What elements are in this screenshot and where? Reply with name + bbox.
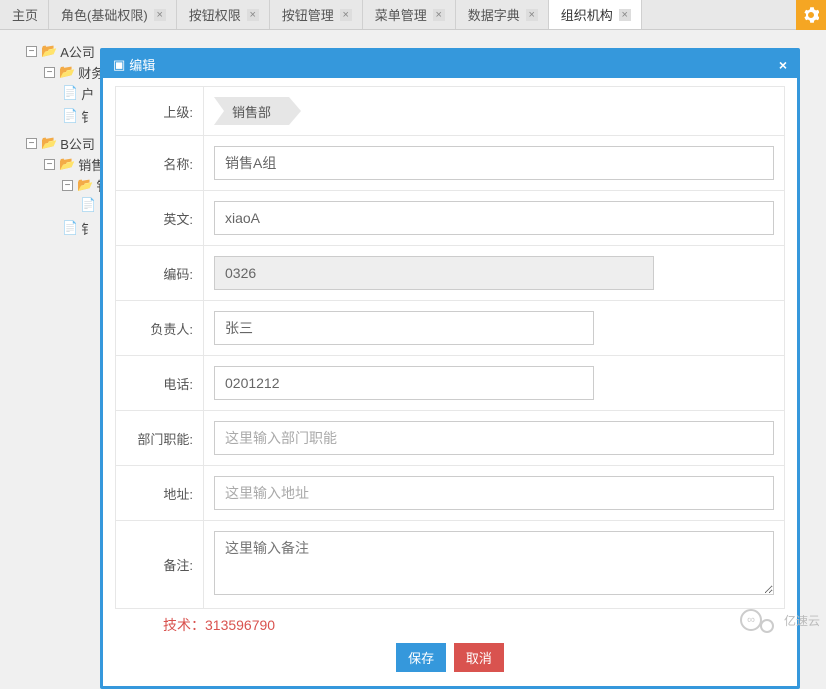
owner-input[interactable] bbox=[214, 311, 594, 345]
edit-dialog: ▣ 编辑 × 上级: 销售部 名称: 英文: bbox=[100, 48, 800, 689]
window-icon: ▣ bbox=[113, 57, 125, 73]
close-icon[interactable]: × bbox=[779, 57, 787, 73]
close-icon[interactable]: × bbox=[154, 9, 166, 21]
tab-label: 主页 bbox=[12, 5, 38, 24]
field-label-remark: 备注: bbox=[116, 521, 204, 609]
address-input[interactable] bbox=[214, 476, 774, 510]
tree-label: B公司 bbox=[60, 137, 95, 152]
tab-label: 组织机构 bbox=[561, 5, 613, 24]
tab-home[interactable]: 主页 bbox=[0, 0, 49, 29]
collapse-icon[interactable]: − bbox=[26, 46, 37, 57]
settings-button[interactable] bbox=[796, 0, 826, 30]
field-label-func: 部门职能: bbox=[116, 411, 204, 466]
tree-label: 钅 bbox=[81, 110, 94, 125]
function-input[interactable] bbox=[214, 421, 774, 455]
field-label-code: 编码: bbox=[116, 246, 204, 301]
tab-label: 菜单管理 bbox=[375, 5, 427, 24]
close-icon[interactable]: × bbox=[433, 9, 445, 21]
close-icon[interactable]: × bbox=[340, 9, 352, 21]
field-label-owner: 负责人: bbox=[116, 301, 204, 356]
dialog-body: 上级: 销售部 名称: 英文: 编码: 负责人: bbox=[103, 78, 797, 686]
tab-button-mgmt[interactable]: 按钮管理 × bbox=[270, 0, 363, 29]
close-icon[interactable]: × bbox=[526, 9, 538, 21]
breadcrumb-text: 销售部 bbox=[232, 102, 271, 121]
button-row: 保存 取消 bbox=[115, 643, 785, 672]
cancel-button[interactable]: 取消 bbox=[454, 643, 504, 672]
tab-label: 角色(基础权限) bbox=[61, 5, 148, 24]
close-icon[interactable]: × bbox=[247, 9, 259, 21]
file-icon: 📄 bbox=[62, 85, 78, 100]
file-icon: 📄 bbox=[62, 220, 78, 235]
gear-icon bbox=[803, 7, 819, 23]
collapse-icon[interactable]: − bbox=[44, 159, 55, 170]
code-input bbox=[214, 256, 654, 290]
watermark: ∞ 亿速云 bbox=[740, 609, 820, 631]
field-label-addr: 地址: bbox=[116, 466, 204, 521]
file-icon: 📄 bbox=[62, 108, 78, 123]
folder-open-icon: 📂 bbox=[59, 64, 75, 79]
form-table: 上级: 销售部 名称: 英文: 编码: 负责人: bbox=[115, 86, 785, 609]
dialog-header: ▣ 编辑 × bbox=[103, 51, 797, 78]
field-label-name: 名称: bbox=[116, 136, 204, 191]
watermark-text: 亿速云 bbox=[784, 612, 820, 629]
english-input[interactable] bbox=[214, 201, 774, 235]
file-icon: 📄 bbox=[80, 197, 96, 212]
tab-button-perm[interactable]: 按钮权限 × bbox=[177, 0, 270, 29]
collapse-icon[interactable]: − bbox=[62, 180, 73, 191]
remark-textarea[interactable] bbox=[214, 531, 774, 595]
tree-label: 钅 bbox=[81, 222, 94, 237]
watermark-icon: ∞ bbox=[740, 609, 762, 631]
tab-roles[interactable]: 角色(基础权限) × bbox=[49, 0, 177, 29]
field-label-parent: 上级: bbox=[116, 87, 204, 136]
tree-label: 户 bbox=[81, 87, 94, 102]
tab-data-dict[interactable]: 数据字典 × bbox=[456, 0, 549, 29]
field-label-en: 英文: bbox=[116, 191, 204, 246]
dialog-title: 编辑 bbox=[129, 55, 155, 74]
field-label-phone: 电话: bbox=[116, 356, 204, 411]
folder-open-icon: 📂 bbox=[41, 43, 57, 58]
tech-note: 技术：313596790 bbox=[115, 609, 785, 643]
parent-breadcrumb[interactable]: 销售部 bbox=[214, 97, 774, 125]
breadcrumb-item[interactable]: 销售部 bbox=[214, 97, 289, 125]
folder-open-icon: 📂 bbox=[59, 156, 75, 171]
tab-label: 按钮管理 bbox=[282, 5, 334, 24]
folder-open-icon: 📂 bbox=[77, 177, 93, 192]
folder-open-icon: 📂 bbox=[41, 135, 57, 150]
tab-org[interactable]: 组织机构 × bbox=[549, 0, 642, 29]
tab-label: 按钮权限 bbox=[189, 5, 241, 24]
close-icon[interactable]: × bbox=[619, 9, 631, 21]
collapse-icon[interactable]: − bbox=[26, 138, 37, 149]
phone-input[interactable] bbox=[214, 366, 594, 400]
tab-menu-mgmt[interactable]: 菜单管理 × bbox=[363, 0, 456, 29]
tab-label: 数据字典 bbox=[468, 5, 520, 24]
tab-bar: 主页 角色(基础权限) × 按钮权限 × 按钮管理 × 菜单管理 × 数据字典 × 组织机… bbox=[0, 0, 826, 30]
tree-label: A公司 bbox=[60, 45, 95, 60]
name-input[interactable] bbox=[214, 146, 774, 180]
collapse-icon[interactable]: − bbox=[44, 67, 55, 78]
save-button[interactable]: 保存 bbox=[396, 643, 446, 672]
watermark-icon bbox=[760, 619, 774, 633]
